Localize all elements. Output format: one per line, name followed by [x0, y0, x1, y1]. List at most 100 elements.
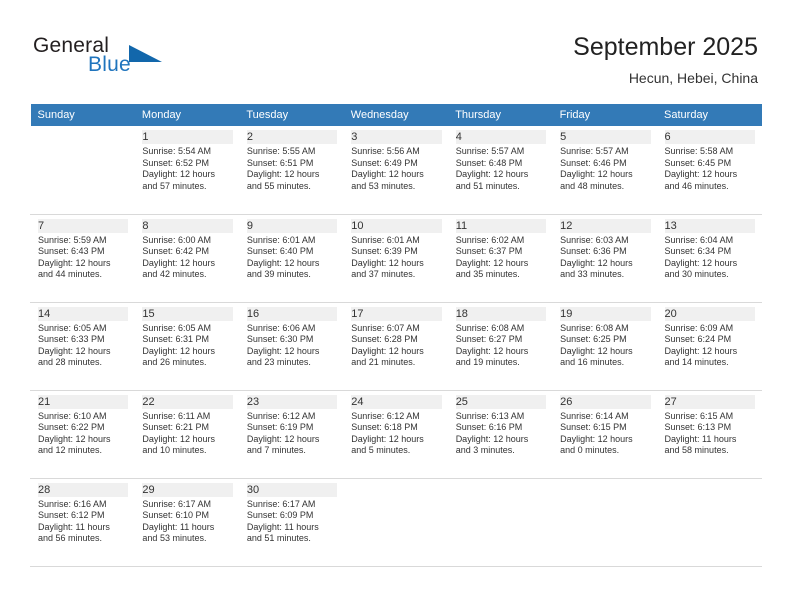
weekday-header-friday: Friday	[552, 104, 658, 126]
calendar-day-cell[interactable]: 20 Sunrise: 6:09 AM Sunset: 6:24 PM Dayligh…	[656, 302, 763, 391]
calendar-day-details: Sunrise: 5:58 AM Sunset: 6:45 PM Daylight:…	[665, 146, 755, 192]
calendar-day-cell[interactable]: 15 Sunrise: 6:05 AM Sunset: 6:31 PM Dayligh…	[134, 302, 240, 391]
daylight-text-line2: and 26 minutes.	[142, 357, 207, 368]
sunset-text: Sunset: 6:49 PM	[351, 157, 418, 168]
daylight-text-line1: Daylight: 12 hours	[664, 345, 738, 356]
calendar-cell-empty	[552, 478, 658, 567]
calendar-cell-inner: 27 Sunrise: 6:15 AM Sunset: 6:13 PM Dayligh…	[658, 391, 761, 457]
calendar-day-cell[interactable]: 6 Sunrise: 5:58 AM Sunset: 6:45 PM Daylight…	[656, 126, 763, 215]
calendar-day-cell[interactable]: 13 Sunrise: 6:04 AM Sunset: 6:34 PM Dayligh…	[656, 214, 763, 303]
calendar-day-number	[344, 479, 447, 493]
calendar-day-details: Sunrise: 6:07 AM Sunset: 6:28 PM Daylight:…	[351, 323, 441, 369]
sunrise-text: Sunrise: 6:06 AM	[246, 322, 316, 333]
calendar-day-cell[interactable]: 24 Sunrise: 6:12 AM Sunset: 6:18 PM Dayligh…	[343, 390, 449, 479]
calendar-page: General Blue September 2025 Hecun, Hebei…	[0, 0, 792, 612]
calendar-cell-inner: 30 Sunrise: 6:17 AM Sunset: 6:09 PM Dayligh…	[240, 479, 343, 545]
daylight-text-line2: and 44 minutes.	[38, 269, 103, 280]
calendar-day-cell[interactable]: 16 Sunrise: 6:06 AM Sunset: 6:30 PM Dayligh…	[238, 302, 345, 391]
calendar-day-cell[interactable]: 17 Sunrise: 6:07 AM Sunset: 6:28 PM Dayligh…	[343, 302, 449, 391]
calendar-week-row: 7 Sunrise: 5:59 AM Sunset: 6:43 PM Daylight…	[29, 214, 763, 303]
calendar-day-cell[interactable]: 9 Sunrise: 6:01 AM Sunset: 6:40 PM Daylight…	[238, 214, 345, 303]
sunrise-text: Sunrise: 6:01 AM	[246, 234, 316, 245]
sunset-text: Sunset: 6:39 PM	[351, 246, 418, 257]
calendar-day-details: Sunrise: 6:17 AM Sunset: 6:10 PM Daylight:…	[142, 499, 232, 545]
sunrise-text: Sunrise: 5:57 AM	[455, 146, 525, 156]
calendar-day-cell[interactable]: 1 Sunrise: 5:54 AM Sunset: 6:52 PM Daylight…	[134, 126, 240, 215]
daylight-text-line2: and 33 minutes.	[560, 269, 625, 280]
daylight-text-line2: and 53 minutes.	[142, 533, 207, 544]
calendar-table: Sunday Monday Tuesday Wednesday Thursday…	[29, 104, 763, 567]
calendar-day-cell[interactable]: 28 Sunrise: 6:16 AM Sunset: 6:12 PM Dayligh…	[29, 478, 136, 567]
weekday-header-monday: Monday	[134, 104, 240, 126]
calendar-cell-empty	[29, 126, 136, 215]
calendar-day-cell[interactable]: 22 Sunrise: 6:11 AM Sunset: 6:21 PM Dayligh…	[134, 390, 240, 479]
daylight-text-line1: Daylight: 12 hours	[142, 169, 215, 180]
calendar-day-cell[interactable]: 4 Sunrise: 5:57 AM Sunset: 6:48 PM Daylight…	[447, 126, 554, 215]
calendar-day-details: Sunrise: 6:17 AM Sunset: 6:09 PM Daylight:…	[247, 499, 337, 545]
calendar-day-details: Sunrise: 6:08 AM Sunset: 6:25 PM Daylight:…	[560, 323, 650, 369]
calendar-day-details: Sunrise: 6:05 AM Sunset: 6:33 PM Daylight:…	[38, 323, 128, 369]
calendar-day-cell[interactable]: 23 Sunrise: 6:12 AM Sunset: 6:19 PM Dayligh…	[238, 390, 345, 479]
daylight-text-line2: and 28 minutes.	[38, 357, 103, 368]
calendar-day-cell[interactable]: 7 Sunrise: 5:59 AM Sunset: 6:43 PM Daylight…	[29, 214, 136, 303]
sunset-text: Sunset: 6:15 PM	[560, 422, 627, 433]
calendar-day-details: Sunrise: 6:15 AM Sunset: 6:13 PM Daylight:…	[665, 411, 755, 457]
calendar-cell-inner: 3 Sunrise: 5:56 AM Sunset: 6:49 PM Daylight…	[344, 126, 447, 192]
sunset-text: Sunset: 6:45 PM	[664, 157, 732, 168]
sunset-text: Sunset: 6:36 PM	[560, 246, 627, 257]
daylight-text-line2: and 16 minutes.	[560, 357, 625, 368]
daylight-text-line1: Daylight: 12 hours	[351, 345, 424, 356]
calendar-cell-inner: 15 Sunrise: 6:05 AM Sunset: 6:31 PM Dayligh…	[135, 303, 238, 369]
calendar-day-number: 14	[38, 306, 129, 321]
calendar-day-cell[interactable]: 10 Sunrise: 6:01 AM Sunset: 6:39 PM Dayligh…	[343, 214, 449, 303]
sunrise-text: Sunrise: 6:09 AM	[664, 322, 734, 333]
daylight-text-line1: Daylight: 12 hours	[38, 433, 111, 444]
calendar-day-number: 15	[142, 306, 233, 321]
daylight-text-line1: Daylight: 11 hours	[142, 521, 215, 532]
calendar-day-cell[interactable]: 12 Sunrise: 6:03 AM Sunset: 6:36 PM Dayligh…	[552, 214, 658, 303]
calendar-cell-inner: 11 Sunrise: 6:02 AM Sunset: 6:37 PM Dayligh…	[449, 215, 552, 281]
daylight-text-line2: and 0 minutes.	[560, 445, 620, 456]
general-blue-logo[interactable]: General Blue	[33, 34, 233, 84]
calendar-day-cell[interactable]: 19 Sunrise: 6:08 AM Sunset: 6:25 PM Dayligh…	[552, 302, 658, 391]
sunset-text: Sunset: 6:09 PM	[246, 510, 314, 521]
calendar-cell-inner: 5 Sunrise: 5:57 AM Sunset: 6:46 PM Daylight…	[553, 126, 656, 192]
daylight-text-line1: Daylight: 12 hours	[455, 169, 529, 180]
weekday-header-sunday: Sunday	[30, 104, 135, 126]
calendar-day-cell[interactable]: 5 Sunrise: 5:57 AM Sunset: 6:46 PM Daylight…	[552, 126, 658, 215]
calendar-day-cell[interactable]: 26 Sunrise: 6:14 AM Sunset: 6:15 PM Dayligh…	[552, 390, 658, 479]
calendar-cell-inner: 22 Sunrise: 6:11 AM Sunset: 6:21 PM Dayligh…	[135, 391, 238, 457]
daylight-text-line2: and 55 minutes.	[246, 180, 311, 191]
sunset-text: Sunset: 6:52 PM	[142, 157, 209, 168]
calendar-cell-inner	[31, 126, 134, 140]
daylight-text-line2: and 35 minutes.	[455, 269, 520, 280]
sunset-text: Sunset: 6:27 PM	[455, 334, 523, 345]
daylight-text-line2: and 58 minutes.	[664, 445, 729, 456]
calendar-day-cell[interactable]: 27 Sunrise: 6:15 AM Sunset: 6:13 PM Dayligh…	[656, 390, 763, 479]
daylight-text-line1: Daylight: 12 hours	[246, 257, 320, 268]
sunrise-text: Sunrise: 5:57 AM	[560, 146, 629, 156]
daylight-text-line2: and 30 minutes.	[664, 269, 729, 280]
daylight-text-line1: Daylight: 12 hours	[246, 345, 320, 356]
calendar-day-cell[interactable]: 8 Sunrise: 6:00 AM Sunset: 6:42 PM Daylight…	[134, 214, 240, 303]
calendar-day-cell[interactable]: 18 Sunrise: 6:08 AM Sunset: 6:27 PM Dayligh…	[447, 302, 554, 391]
calendar-day-cell[interactable]: 11 Sunrise: 6:02 AM Sunset: 6:37 PM Dayligh…	[447, 214, 554, 303]
sunset-text: Sunset: 6:21 PM	[142, 422, 209, 433]
calendar-day-cell[interactable]: 21 Sunrise: 6:10 AM Sunset: 6:22 PM Dayligh…	[29, 390, 136, 479]
daylight-text-line2: and 19 minutes.	[455, 357, 520, 368]
calendar-cell-inner: 10 Sunrise: 6:01 AM Sunset: 6:39 PM Dayligh…	[344, 215, 447, 281]
calendar-day-cell[interactable]: 29 Sunrise: 6:17 AM Sunset: 6:10 PM Dayligh…	[134, 478, 240, 567]
weekday-header-wednesday: Wednesday	[343, 104, 449, 126]
calendar-day-number: 2	[246, 130, 338, 144]
calendar-day-cell[interactable]: 14 Sunrise: 6:05 AM Sunset: 6:33 PM Dayligh…	[29, 302, 136, 391]
calendar-day-cell[interactable]: 30 Sunrise: 6:17 AM Sunset: 6:09 PM Dayligh…	[238, 478, 345, 567]
calendar-day-cell[interactable]: 25 Sunrise: 6:13 AM Sunset: 6:16 PM Dayligh…	[447, 390, 554, 479]
sunrise-text: Sunrise: 5:54 AM	[142, 146, 211, 156]
calendar-day-number: 23	[246, 394, 338, 409]
daylight-text-line1: Daylight: 12 hours	[351, 433, 424, 444]
calendar-day-details: Sunrise: 6:05 AM Sunset: 6:31 PM Daylight:…	[142, 323, 232, 369]
calendar-day-cell[interactable]: 2 Sunrise: 5:55 AM Sunset: 6:51 PM Daylight…	[238, 126, 345, 215]
calendar-day-cell[interactable]: 3 Sunrise: 5:56 AM Sunset: 6:49 PM Daylight…	[343, 126, 449, 215]
calendar-cell-inner: 20 Sunrise: 6:09 AM Sunset: 6:24 PM Dayligh…	[658, 303, 761, 369]
calendar-cell-inner	[449, 479, 552, 493]
